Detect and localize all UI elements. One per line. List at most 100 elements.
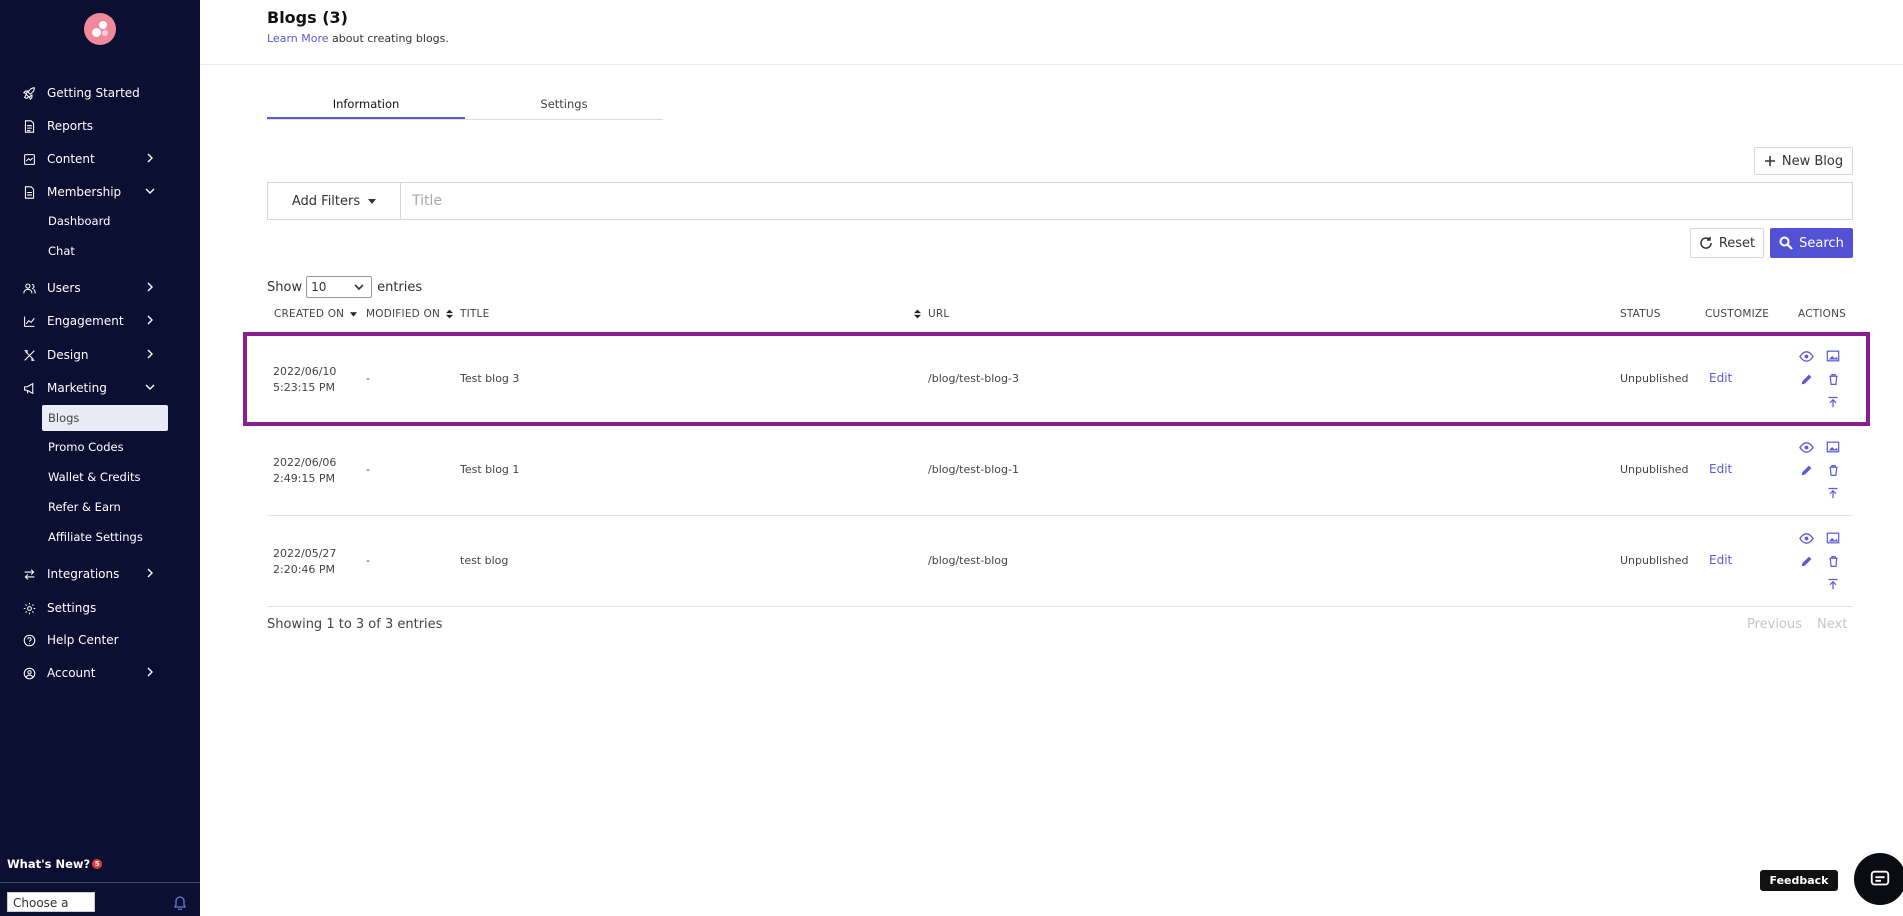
column-header-title[interactable]: TITLE [460,308,489,320]
sidebar-item-getting-started[interactable]: Getting Started [22,82,162,104]
sidebar-item-content[interactable]: Content [22,148,162,170]
table-row: 2022/05/27 2:20:46 PM - test blog /blog/… [267,516,1853,607]
add-filters-dropdown[interactable]: Add Filters [267,182,401,220]
sidebar-subitem-promo-codes[interactable]: Promo Codes [42,435,168,459]
plan-select[interactable]: Choose a plan [7,892,95,912]
modified-on-cell: - [366,554,370,567]
bell-icon[interactable] [173,895,187,911]
sidebar-item-help-center[interactable]: Help Center [22,629,162,651]
sidebar-item-label: Help Center [47,633,119,647]
column-header-url[interactable]: URL [928,308,949,320]
image-icon[interactable] [1825,530,1841,546]
created-date: 2022/05/27 [273,547,337,560]
eye-icon[interactable] [1798,530,1814,546]
chevron-right-icon [144,666,156,678]
column-header-created-on[interactable]: CREATED ON [274,308,358,320]
logo[interactable] [84,13,116,45]
sidebar-subitem-blogs[interactable]: Blogs [42,405,168,431]
sidebar-divider [0,882,200,883]
sidebar-subitem-refer-earn[interactable]: Refer & Earn [42,495,168,519]
sidebar-item-account[interactable]: Account [22,662,162,684]
column-header-label: CUSTOMIZE [1705,308,1770,320]
document-icon [22,119,36,133]
column-header-label: URL [928,308,950,320]
new-blog-label: New Blog [1781,153,1844,169]
sidebar-subitem-affiliate-settings[interactable]: Affiliate Settings [42,525,168,549]
sidebar-item-settings[interactable]: Settings [22,597,162,619]
title-cell: Test blog 3 [460,372,520,385]
url-cell: /blog/test-blog-1 [928,463,1019,476]
edit-link[interactable]: Edit [1709,553,1732,567]
edit-link[interactable]: Edit [1709,371,1732,385]
sidebar-item-engagement[interactable]: Engagement [22,310,162,332]
chevron-right-icon [144,152,156,164]
previous-button[interactable]: Previous [1747,617,1802,632]
publish-icon[interactable] [1825,576,1841,592]
reset-button[interactable]: Reset [1690,228,1764,258]
rocket-icon [22,86,36,100]
column-header-modified-on[interactable]: MODIFIED ON [366,308,454,320]
pencil-icon[interactable] [1798,553,1814,569]
title-search-input[interactable] [401,182,1853,220]
status-cell: Unpublished [1620,554,1689,567]
chevron-right-icon [144,314,156,326]
new-blog-button[interactable]: New Blog [1754,147,1853,175]
tabs: Information Settings [267,95,663,120]
publish-icon[interactable] [1825,485,1841,501]
entries-suffix: entries [377,279,423,295]
chevron-down-icon [144,185,156,197]
column-header-actions: ACTIONS [1798,308,1846,320]
account-icon [22,666,36,680]
tab-settings[interactable]: Settings [465,95,663,119]
design-icon [22,348,36,362]
column-header-customize: CUSTOMIZE [1705,308,1769,320]
show-label: Show [267,279,303,295]
image-icon[interactable] [1825,439,1841,455]
sidebar-item-design[interactable]: Design [22,344,162,366]
chevron-right-icon [144,348,156,360]
sidebar-item-label: Reports [47,119,94,133]
search-button[interactable]: Search [1770,228,1853,258]
sort-icon[interactable] [914,309,921,319]
sidebar-item-membership[interactable]: Membership [22,181,162,203]
learn-more-link[interactable]: Learn More [267,32,329,45]
eye-icon[interactable] [1798,348,1814,364]
refresh-icon [1700,237,1712,249]
show-entries: Show 10 entries [267,276,422,298]
search-icon [1779,236,1793,250]
pencil-icon[interactable] [1798,462,1814,478]
entries-info: Showing 1 to 3 of 3 entries [267,617,443,632]
trash-icon[interactable] [1825,371,1841,387]
sidebar-item-users[interactable]: Users [22,277,162,299]
sidebar-subitem-wallet-credits[interactable]: Wallet & Credits [42,465,168,489]
sidebar-item-marketing[interactable]: Marketing [22,377,162,399]
sidebar-item-label: Getting Started [47,86,140,100]
users-icon [22,281,36,295]
notification-badge: 5 [92,859,103,869]
sidebar-item-reports[interactable]: Reports [22,115,162,137]
entries-value: 10 [311,280,327,294]
whats-new-link[interactable]: What's New? 5 [7,857,103,871]
sidebar-subitem-dashboard[interactable]: Dashboard [42,209,168,233]
edit-link[interactable]: Edit [1709,462,1732,476]
pencil-icon[interactable] [1798,371,1814,387]
feedback-button[interactable]: Feedback [1760,870,1838,891]
sort-desc-icon [350,312,358,317]
image-icon[interactable] [1825,348,1841,364]
next-button[interactable]: Next [1817,617,1847,632]
trash-icon[interactable] [1825,462,1841,478]
chat-launcher[interactable] [1854,853,1903,905]
publish-icon[interactable] [1825,394,1841,410]
eye-icon[interactable] [1798,439,1814,455]
sidebar-item-integrations[interactable]: Integrations [22,563,162,585]
sidebar-item-label: Engagement [47,314,124,328]
chevron-right-icon [144,281,156,293]
created-date: 2022/06/10 [273,365,337,378]
sidebar-subitem-chat[interactable]: Chat [42,239,168,263]
trash-icon[interactable] [1825,553,1841,569]
sort-icon [446,309,454,319]
chat-icon [1870,870,1890,886]
sidebar-item-label: Users [47,281,81,295]
entries-select[interactable]: 10 [306,276,373,298]
tab-information[interactable]: Information [267,95,465,119]
